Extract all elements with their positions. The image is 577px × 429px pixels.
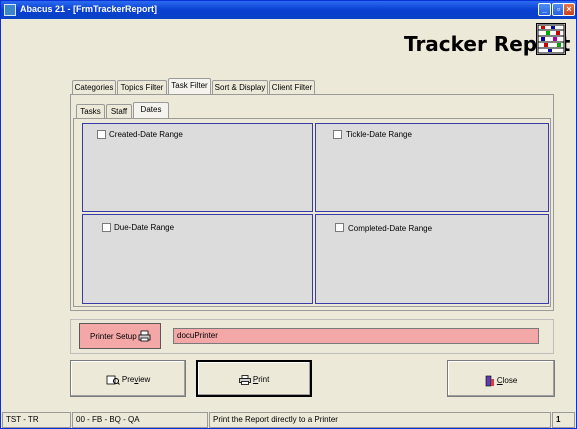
tickle-date-label: Tickle-Date Range <box>346 130 412 139</box>
preview-icon <box>106 375 120 385</box>
close-label-post: lose <box>502 376 518 386</box>
completed-date-checkbox[interactable] <box>335 223 344 232</box>
tab-tasks[interactable]: Tasks <box>76 104 105 118</box>
status-user: TST - TR <box>2 412 71 428</box>
tickle-date-checkbox[interactable] <box>333 130 342 139</box>
preview-button[interactable]: Preview <box>70 360 186 397</box>
status-message: Print the Report directly to a Printer <box>209 412 551 428</box>
status-page: 1 <box>552 412 575 428</box>
created-date-checkbox[interactable] <box>97 130 106 139</box>
created-date-group: Created-Date Range <box>82 123 313 212</box>
due-date-group: Due-Date Range <box>82 214 313 304</box>
tab-client-filter[interactable]: Client Filter <box>269 80 315 94</box>
tab-task-filter[interactable]: Task Filter <box>168 78 211 94</box>
completed-date-label: Completed-Date Range <box>348 224 433 233</box>
door-exit-icon <box>485 375 494 387</box>
print-button[interactable]: Print <box>196 360 312 397</box>
printer-icon <box>138 330 151 342</box>
title-bar[interactable]: Abacus 21 - [FrmTrackerReport] _ ▫ × <box>1 1 576 19</box>
close-window-button[interactable]: × <box>563 3 575 16</box>
printer-setup-button[interactable]: Printer Setup <box>79 323 161 349</box>
tab-sort-display[interactable]: Sort & Display <box>212 80 268 94</box>
tab-categories[interactable]: Categories <box>72 80 116 94</box>
completed-date-group: Completed-Date Range <box>315 214 549 304</box>
status-codes: 00 - FB - BQ - QA <box>72 412 208 428</box>
minimize-button[interactable]: _ <box>538 3 551 16</box>
tab-topics-filter[interactable]: Topics Filter <box>117 80 167 94</box>
main-window: Abacus 21 - [FrmTrackerReport] _ ▫ × Tra… <box>0 0 577 429</box>
due-date-checkbox[interactable] <box>102 223 111 232</box>
tab-staff[interactable]: Staff <box>106 104 132 118</box>
created-date-label: Created-Date Range <box>109 130 183 139</box>
close-button[interactable]: Close <box>447 360 555 397</box>
due-date-label: Due-Date Range <box>114 223 175 232</box>
tab-dates[interactable]: Dates <box>133 102 169 118</box>
printer-setup-label: Printer Setup <box>90 332 137 341</box>
tickle-date-group: Tickle-Date Range <box>315 123 549 212</box>
preview-label-post: iew <box>138 375 151 385</box>
printer-name-field[interactable]: docuPrinter <box>173 328 539 344</box>
preview-label-pre: Pre <box>121 375 135 385</box>
status-bar: TST - TR 00 - FB - BQ - QA Print the Rep… <box>1 412 576 428</box>
window-title: Abacus 21 - [FrmTrackerReport] <box>20 4 158 14</box>
print-label-post: rint <box>258 375 270 385</box>
print-icon <box>238 375 251 385</box>
abacus-icon <box>536 23 566 55</box>
app-icon[interactable] <box>4 4 16 16</box>
